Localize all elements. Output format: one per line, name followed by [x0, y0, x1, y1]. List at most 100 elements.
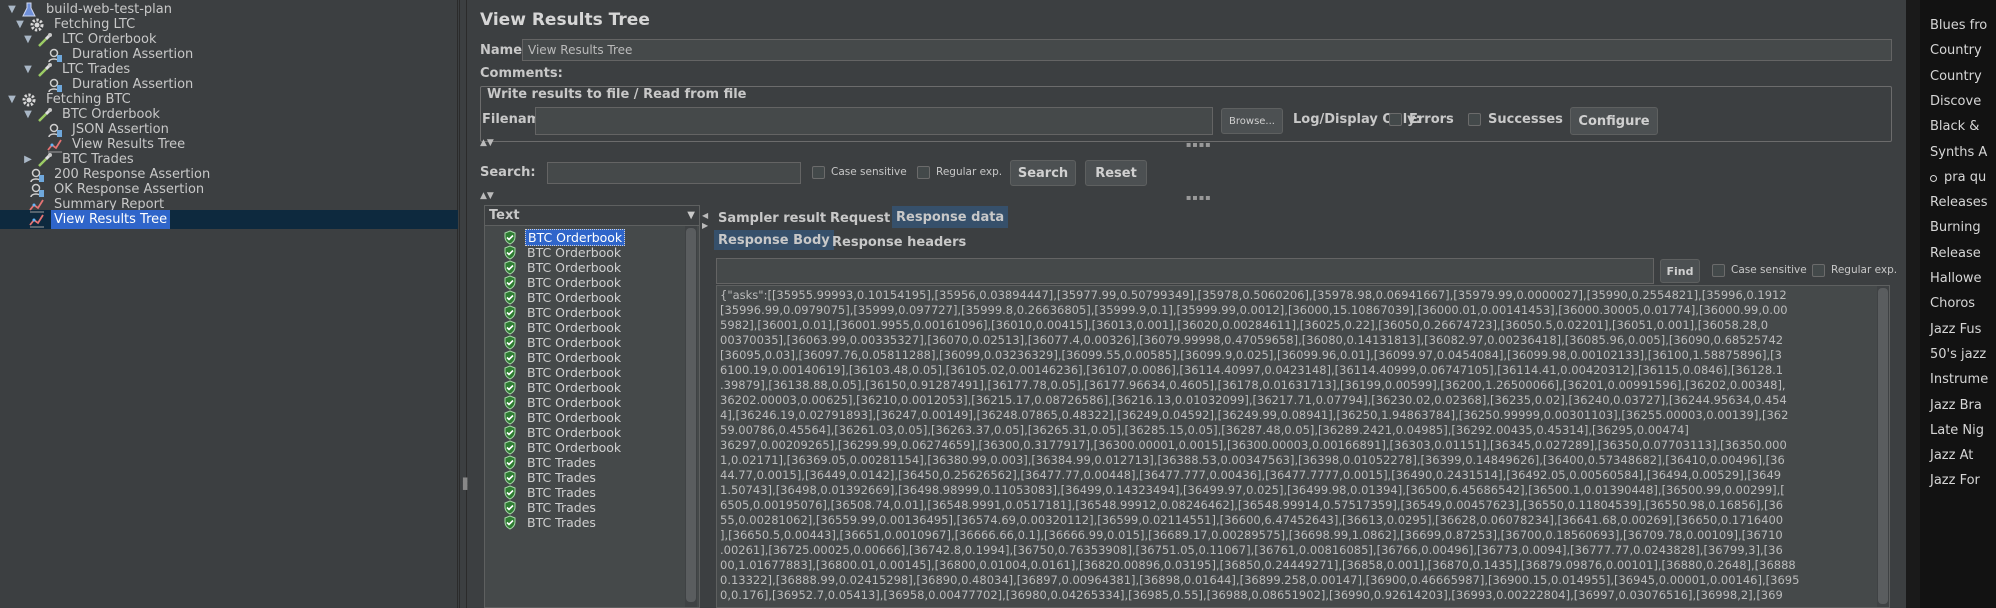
search-button[interactable]: Search	[1010, 160, 1076, 186]
sample-item[interactable]: BTC Trades	[485, 513, 681, 532]
filename-input[interactable]	[535, 107, 1213, 135]
sample-list-header[interactable]: Text ▼	[485, 206, 699, 226]
successes-checkbox[interactable]	[1468, 113, 1481, 126]
scrollbar-thumb[interactable]	[1878, 288, 1888, 604]
playlist-item[interactable]: Country	[1930, 69, 1982, 84]
collapse-arrow-icon	[32, 49, 44, 61]
collapse-arrow-icon	[14, 184, 26, 196]
response-line: 1,0.02171],[36369.05,0.00281154],[36380.…	[720, 453, 1785, 467]
response-line: 36202.00003,0.00625],[36210,0.0012053],[…	[720, 393, 1787, 407]
tab-request[interactable]: Request	[826, 208, 894, 228]
collapse-arrow-icon[interactable]: ▼	[6, 94, 18, 106]
playlist-item[interactable]: Release	[1930, 246, 1981, 261]
splitter-dots-icon: ▪▪▪▪	[1186, 140, 1212, 149]
chevron-down-icon[interactable]: ▼	[687, 206, 695, 226]
collapse-right-icon[interactable]: ▶	[702, 221, 708, 230]
find-regex-label: Regular exp.	[1831, 264, 1898, 276]
playlist-item[interactable]: Blues fro	[1930, 18, 1987, 33]
sample-list-scrollbar[interactable]	[685, 226, 697, 607]
search-input[interactable]	[547, 162, 801, 184]
response-line: 1.50743],[36498,0.01392669],[36498.98999…	[720, 483, 1785, 497]
playlist-item[interactable]: Jazz For	[1930, 473, 1980, 488]
errors-checkbox[interactable]	[1389, 113, 1402, 126]
chart-icon	[29, 212, 45, 228]
name-input[interactable]: View Results Tree	[522, 39, 1892, 61]
browse-button[interactable]: Browse...	[1221, 108, 1283, 134]
tab-response-body[interactable]: Response Body	[714, 230, 834, 250]
expand-arrow-icon[interactable]: ▶	[22, 154, 34, 166]
find-button[interactable]: Find	[1660, 259, 1700, 283]
find-regex-checkbox[interactable]	[1812, 264, 1825, 277]
write-results-title: Write results to file / Read from file	[484, 87, 750, 102]
radio-dot-icon	[1930, 174, 1937, 182]
search-case-sensitive-checkbox[interactable]	[812, 166, 825, 179]
response-line: 36297,0.00209265],[36299.99,0.06274659],…	[720, 438, 1787, 452]
find-input[interactable]	[716, 258, 1654, 284]
search-label: Search:	[480, 165, 536, 180]
collapse-arrow-icon[interactable]: ▼	[22, 64, 34, 76]
search-regex-checkbox[interactable]	[917, 166, 930, 179]
collapse-arrow-icon	[14, 214, 26, 226]
errors-label: Errors	[1409, 112, 1454, 127]
response-line: 0.13322],[36888.99,0.02415298],[36890,0.…	[720, 573, 1800, 587]
top-splitter[interactable]: ▲▼ ▪▪▪▪	[480, 138, 1892, 149]
splitter-dots-icon: ▪▪▪▪	[1186, 193, 1212, 202]
playlist-item[interactable]: Instrume	[1930, 372, 1988, 387]
response-json-text[interactable]: {"asks":[[35955.99993,0.10154195],[35956…	[720, 288, 1876, 606]
playlist-item[interactable]: Choros	[1930, 296, 1975, 311]
find-case-sensitive-checkbox[interactable]	[1712, 264, 1725, 277]
response-line: 0,0.176],[36952.7,0.05413],[36958,0.0047…	[720, 588, 1783, 602]
playlist-item[interactable]: Synths A	[1930, 145, 1987, 160]
tab-response-data[interactable]: Response data	[892, 206, 1009, 228]
collapse-arrow-icon	[32, 124, 44, 136]
response-body-viewer[interactable]: {"asks":[[35955.99993,0.10154195],[35956…	[716, 285, 1890, 608]
playlist-item[interactable]: pra qu	[1944, 170, 1986, 185]
collapse-arrow-icon[interactable]: ▼	[6, 4, 18, 16]
response-line: ],[36650.5,0.00443],[36651,0.0010967],[3…	[720, 528, 1783, 542]
response-line: 44.77,0.0015],[36449,0.0142],[36450,0.25…	[720, 468, 1782, 482]
sample-item-label: BTC Trades	[527, 515, 596, 530]
side-panel-edge	[1906, 0, 1920, 608]
mid-splitter[interactable]: ▲▼ ▪▪▪▪	[480, 191, 1892, 202]
playlist-item[interactable]: Jazz Bra	[1930, 398, 1982, 413]
playlist-item[interactable]: 50's jazz	[1930, 347, 1986, 362]
list-detail-splitter[interactable]: ◀ ▶	[702, 205, 708, 608]
collapse-arrow-icon	[32, 79, 44, 91]
collapse-left-icon[interactable]: ◀	[702, 211, 708, 220]
renderer-label: Text	[489, 208, 520, 223]
collapse-arrow-icon	[32, 139, 44, 151]
vertical-splitter[interactable]: ▪ ▪ ▪	[459, 0, 468, 608]
scrollbar-thumb[interactable]	[686, 228, 696, 602]
tree-item[interactable]: View Results Tree	[14, 210, 171, 229]
playlist-item[interactable]: Hallowe	[1930, 271, 1982, 286]
response-line: 6100.19,0.00140619],[36103.48,0.05],[361…	[720, 363, 1784, 377]
tab-response-headers[interactable]: Response headers	[828, 232, 970, 252]
collapse-arrow-icon[interactable]: ▼	[22, 34, 34, 46]
playlist-item[interactable]: Discove	[1930, 94, 1981, 109]
search-regex-label: Regular exp.	[936, 166, 1003, 178]
response-scrollbar[interactable]	[1877, 286, 1889, 607]
collapse-arrows-icon[interactable]: ▲▼	[480, 138, 494, 148]
comments-label: Comments:	[480, 66, 563, 81]
collapse-arrow-icon[interactable]: ▼	[22, 109, 34, 121]
panel-title: View Results Tree	[480, 10, 650, 30]
tab-sampler-result[interactable]: Sampler result	[714, 208, 830, 228]
collapse-arrow-icon[interactable]: ▼	[14, 19, 26, 31]
playlist-item[interactable]: Jazz Fus	[1930, 322, 1981, 337]
playlist-item[interactable]: Country	[1930, 43, 1982, 58]
response-line: 6505,0.00195076],[36508.74,0.01],[36548.…	[720, 498, 1784, 512]
configure-button[interactable]: Configure	[1570, 107, 1658, 135]
reset-button[interactable]: Reset	[1085, 160, 1147, 186]
find-case-sensitive-label: Case sensitive	[1731, 264, 1807, 276]
response-line: 5982],[36001,0.01],[36001.9955,0.0016109…	[720, 318, 1769, 332]
collapse-arrows-icon[interactable]: ▲▼	[480, 191, 494, 201]
response-line: .00261],[36725.00025,0.00666],[36742.8,0…	[720, 543, 1783, 557]
playlist-item[interactable]: Jazz At	[1930, 448, 1973, 463]
response-line: 00370035],[36063.99,0.00335327],[36070,0…	[720, 333, 1784, 347]
playlist-item[interactable]: Late Nig	[1930, 423, 1984, 438]
tree-item-label: View Results Tree	[51, 210, 171, 229]
playlist-item[interactable]: Releases	[1930, 195, 1988, 210]
playlist-item[interactable]: Burning	[1930, 220, 1981, 235]
response-line: 4],[36246.19,0.02791893],[36247,0.00149]…	[720, 408, 1789, 422]
playlist-item[interactable]: Black &	[1930, 119, 1979, 134]
